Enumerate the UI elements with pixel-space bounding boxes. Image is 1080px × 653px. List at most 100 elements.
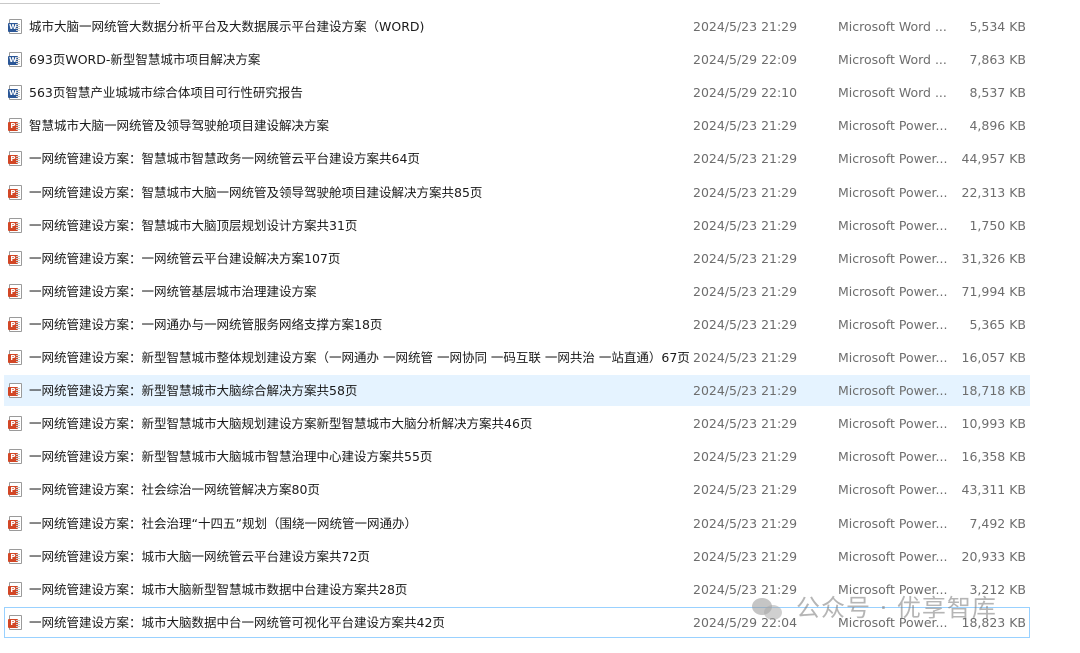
file-name: 一网统管建设方案：新型智慧城市整体规划建设方案（一网通办 一网统管 一网协同 一… [29, 350, 689, 365]
powerpoint-icon: P [8, 383, 22, 398]
powerpoint-icon: P [8, 350, 22, 365]
file-modified-date: 2024/5/23 21:29 [693, 185, 798, 200]
file-modified-date: 2024/5/29 22:09 [693, 52, 798, 67]
file-row[interactable]: P 一网统管建设方案：城市大脑一网统管云平台建设方案共72页 2024/5/23 2… [4, 541, 1030, 572]
powerpoint-icon: P [8, 284, 22, 299]
file-modified-date: 2024/5/23 21:29 [693, 350, 798, 365]
file-name: 一网统管建设方案：智慧城市大脑顶层规划设计方案共31页 [29, 218, 358, 233]
file-modified-date: 2024/5/23 21:29 [693, 549, 798, 564]
file-icon-cell: P [8, 383, 24, 399]
file-row[interactable]: P 一网统管建设方案：新型智慧城市大脑城市智慧治理中心建设方案共55页 2024/5… [4, 441, 1030, 472]
file-modified-date: 2024/5/23 21:29 [693, 383, 798, 398]
column-header-fragment [0, 0, 160, 4]
file-row[interactable]: W 563页智慧产业城城市综合体项目可行性研究报告 2024/5/29 22:10 M… [4, 77, 1030, 108]
file-row[interactable]: P 一网统管建设方案：社会综治一网统管解决方案80页 2024/5/23 21:29… [4, 474, 1030, 505]
file-type: Microsoft Power... [838, 317, 948, 332]
file-name: 一网统管建设方案：城市大脑数据中台一网统管可视化平台建设方案共42页 [29, 615, 445, 630]
file-type: Microsoft Word ... [838, 19, 947, 34]
file-type: Microsoft Power... [838, 284, 948, 299]
file-row[interactable]: P 智慧城市大脑一网统管及领导驾驶舱项目建设解决方案 2024/5/23 21:29… [4, 110, 1030, 141]
powerpoint-icon: P [8, 516, 22, 531]
file-icon-cell: P [8, 284, 24, 300]
file-row[interactable]: P 一网统管建设方案：社会治理“十四五”规划（围绕一网统管一网通办） 2024/5/… [4, 508, 1030, 539]
file-name: 一网统管建设方案：新型智慧城市大脑规划建设方案新型智慧城市大脑分析解决方案共46… [29, 416, 533, 431]
file-icon-cell: P [8, 218, 24, 234]
file-type: Microsoft Power... [838, 251, 948, 266]
powerpoint-icon: P [8, 449, 22, 464]
file-type: Microsoft Power... [838, 449, 948, 464]
file-type: Microsoft Power... [838, 516, 948, 531]
file-icon-cell: W [8, 19, 24, 35]
powerpoint-icon: P [8, 317, 22, 332]
file-row[interactable]: P 一网统管建设方案：智慧城市大脑顶层规划设计方案共31页 2024/5/23 21… [4, 210, 1030, 241]
watermark-text: 公众号 · 优享智库 [796, 594, 997, 622]
watermark: 公众号 · 优享智库 [752, 588, 1052, 628]
file-type: Microsoft Power... [838, 350, 948, 365]
powerpoint-icon: P [8, 185, 22, 200]
file-size: 5,534 KB [969, 19, 1026, 34]
file-row[interactable]: P 一网统管建设方案：智慧城市智慧政务一网统管云平台建设方案共64页 2024/5/… [4, 143, 1030, 174]
file-name: 一网统管建设方案：一网统管基层城市治理建设方案 [29, 284, 317, 299]
file-modified-date: 2024/5/23 21:29 [693, 516, 798, 531]
file-size: 7,492 KB [969, 516, 1026, 531]
file-name: 城市大脑一网统管大数据分析平台及大数据展示平台建设方案（WORD) [29, 19, 425, 34]
file-modified-date: 2024/5/23 21:29 [693, 251, 798, 266]
file-type: Microsoft Power... [838, 482, 948, 497]
file-row[interactable]: P 一网统管建设方案：新型智慧城市大脑综合解决方案共58页 2024/5/23 21… [4, 375, 1030, 406]
file-icon-cell: P [8, 615, 24, 631]
file-modified-date: 2024/5/29 22:10 [693, 85, 798, 100]
file-list: W 城市大脑一网统管大数据分析平台及大数据展示平台建设方案（WORD) 2024/5… [0, 0, 1080, 653]
powerpoint-icon: P [8, 251, 22, 266]
file-size: 71,994 KB [961, 284, 1026, 299]
file-type: Microsoft Word ... [838, 85, 947, 100]
file-row[interactable]: W 693页WORD-新型智慧城市项目解决方案 2024/5/29 22:09 Mic… [4, 44, 1030, 75]
file-type: Microsoft Power... [838, 416, 948, 431]
file-modified-date: 2024/5/23 21:29 [693, 284, 798, 299]
file-name: 智慧城市大脑一网统管及领导驾驶舱项目建设解决方案 [29, 118, 330, 133]
file-modified-date: 2024/5/23 21:29 [693, 19, 798, 34]
file-name: 一网统管建设方案：一网通办与一网统管服务网络支撑方案18页 [29, 317, 383, 332]
file-icon-cell: P [8, 549, 24, 565]
file-icon-cell: P [8, 582, 24, 598]
file-row[interactable]: P 一网统管建设方案：一网统管基层城市治理建设方案 2024/5/23 21:29 M… [4, 276, 1030, 307]
file-size: 16,057 KB [961, 350, 1026, 365]
file-name: 一网统管建设方案：一网统管云平台建设解决方案107页 [29, 251, 341, 266]
file-icon-cell: W [8, 85, 24, 101]
file-type: Microsoft Power... [838, 118, 948, 133]
file-icon-cell: W [8, 52, 24, 68]
file-size: 1,750 KB [969, 218, 1026, 233]
powerpoint-icon: P [8, 615, 22, 630]
file-modified-date: 2024/5/23 21:29 [693, 317, 798, 332]
file-size: 18,718 KB [961, 383, 1026, 398]
file-row[interactable]: P 一网统管建设方案：智慧城市大脑一网统管及领导驾驶舱项目建设解决方案共85页 20… [4, 177, 1030, 208]
file-icon-cell: P [8, 482, 24, 498]
powerpoint-icon: P [8, 151, 22, 166]
file-size: 10,993 KB [961, 416, 1026, 431]
file-row[interactable]: P 一网统管建设方案：一网通办与一网统管服务网络支撑方案18页 2024/5/23 … [4, 309, 1030, 340]
file-size: 43,311 KB [961, 482, 1026, 497]
file-size: 4,896 KB [969, 118, 1026, 133]
file-row[interactable]: P 一网统管建设方案：一网统管云平台建设解决方案107页 2024/5/23 21:… [4, 243, 1030, 274]
file-name: 一网统管建设方案：社会治理“十四五”规划（围绕一网统管一网通办） [29, 516, 417, 531]
file-row[interactable]: P 一网统管建设方案：新型智慧城市大脑规划建设方案新型智慧城市大脑分析解决方案共4… [4, 408, 1030, 439]
file-name: 一网统管建设方案：城市大脑一网统管云平台建设方案共72页 [29, 549, 370, 564]
file-type: Microsoft Power... [838, 218, 948, 233]
file-name: 一网统管建设方案：新型智慧城市大脑城市智慧治理中心建设方案共55页 [29, 449, 433, 464]
powerpoint-icon: P [8, 482, 22, 497]
file-size: 16,358 KB [961, 449, 1026, 464]
file-row[interactable]: P 一网统管建设方案：新型智慧城市整体规划建设方案（一网通办 一网统管 一网协同 … [4, 342, 1030, 373]
file-modified-date: 2024/5/23 21:29 [693, 218, 798, 233]
file-type: Microsoft Word ... [838, 52, 947, 67]
powerpoint-icon: P [8, 549, 22, 564]
file-type: Microsoft Power... [838, 549, 948, 564]
file-size: 44,957 KB [961, 151, 1026, 166]
file-name: 一网统管建设方案：智慧城市大脑一网统管及领导驾驶舱项目建设解决方案共85页 [29, 185, 483, 200]
file-row[interactable]: W 城市大脑一网统管大数据分析平台及大数据展示平台建设方案（WORD) 2024/5… [4, 11, 1030, 42]
file-name: 563页智慧产业城城市综合体项目可行性研究报告 [29, 85, 303, 100]
file-modified-date: 2024/5/23 21:29 [693, 482, 798, 497]
powerpoint-icon: P [8, 582, 22, 597]
word-doc-icon: W [8, 19, 22, 34]
file-size: 22,313 KB [961, 185, 1026, 200]
file-icon-cell: P [8, 350, 24, 366]
file-size: 31,326 KB [961, 251, 1026, 266]
